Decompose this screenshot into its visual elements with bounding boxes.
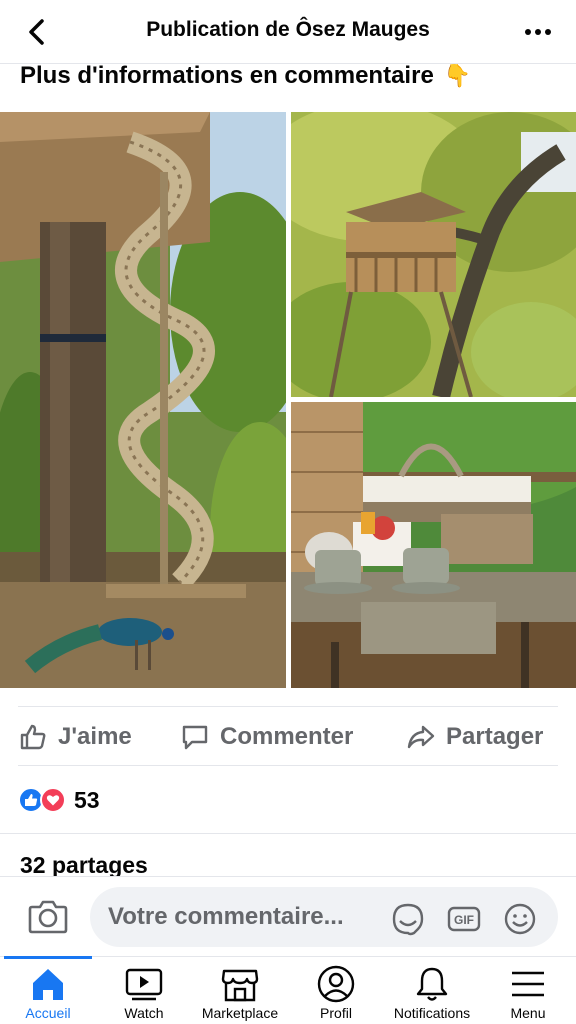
- like-label: J'aime: [58, 723, 132, 750]
- video-icon: [125, 968, 163, 1001]
- nav-label: Watch: [124, 1005, 164, 1021]
- gif-icon[interactable]: GIF: [446, 901, 482, 937]
- share-button[interactable]: Partager: [406, 707, 543, 767]
- nav-label: Profil: [320, 1005, 352, 1021]
- nav-home[interactable]: Accueil: [0, 956, 96, 1024]
- nav-label: Notifications: [393, 1005, 471, 1021]
- svg-text:GIF: GIF: [454, 913, 474, 927]
- comment-bar: Votre commentaire... GIF: [0, 876, 576, 956]
- reactions-summary[interactable]: 53: [18, 784, 100, 816]
- nav-menu[interactable]: Menu: [480, 957, 576, 1024]
- share-count[interactable]: 32 partages: [20, 852, 148, 878]
- share-arrow-icon: [407, 725, 435, 749]
- comment-input[interactable]: Votre commentaire... GIF: [90, 887, 558, 947]
- bottom-nav: Accueil Watch Marketplace Profil Notific…: [0, 956, 576, 1024]
- post-actions: J'aime Commenter Partager: [18, 706, 558, 766]
- post-message: Plus d'informations en commentaire: [20, 62, 434, 89]
- comment-label: Commenter: [220, 723, 354, 750]
- comment-button[interactable]: Commenter: [180, 707, 353, 767]
- camera-button[interactable]: [26, 897, 70, 937]
- nav-notifications[interactable]: Notifications: [384, 957, 480, 1024]
- nav-label: Accueil: [25, 1005, 71, 1021]
- page-title: Publication de Ôsez Mauges: [146, 18, 430, 41]
- camera-icon: [28, 900, 68, 934]
- home-icon: [33, 969, 63, 1000]
- divider: [0, 833, 576, 834]
- comment-placeholder: Votre commentaire...: [108, 903, 344, 930]
- emoji-icon[interactable]: [502, 901, 538, 937]
- dot-icon: [535, 29, 541, 35]
- photo-breakfast-basket[interactable]: [291, 402, 576, 688]
- post-text: Plus d'informations en commentaire 👇: [20, 62, 471, 90]
- reaction-count: 53: [74, 786, 100, 813]
- pointing-down-emoji: 👇: [443, 64, 472, 89]
- nav-marketplace[interactable]: Marketplace: [192, 957, 288, 1024]
- nav-label: Menu: [510, 1005, 546, 1021]
- nav-profile[interactable]: Profil: [288, 957, 384, 1024]
- love-reaction-icon: [40, 787, 66, 813]
- like-button[interactable]: J'aime: [18, 707, 132, 767]
- menu-icon: [512, 971, 544, 997]
- nav-watch[interactable]: Watch: [96, 957, 192, 1024]
- profile-icon: [317, 965, 355, 1003]
- store-icon: [221, 969, 259, 1002]
- photo-spiral-staircase[interactable]: [0, 112, 286, 688]
- dot-icon: [545, 29, 551, 35]
- sticker-icon[interactable]: [390, 901, 426, 937]
- speech-bubble-icon: [182, 725, 208, 750]
- share-label: Partager: [446, 723, 544, 750]
- more-options-button[interactable]: [520, 18, 556, 46]
- post-header: Publication de Ôsez Mauges: [0, 0, 576, 64]
- bell-icon: [416, 967, 448, 1001]
- photo-treehouse[interactable]: [291, 112, 576, 397]
- nav-label: Marketplace: [201, 1005, 279, 1021]
- thumbs-up-icon: [20, 724, 46, 750]
- dot-icon: [525, 29, 531, 35]
